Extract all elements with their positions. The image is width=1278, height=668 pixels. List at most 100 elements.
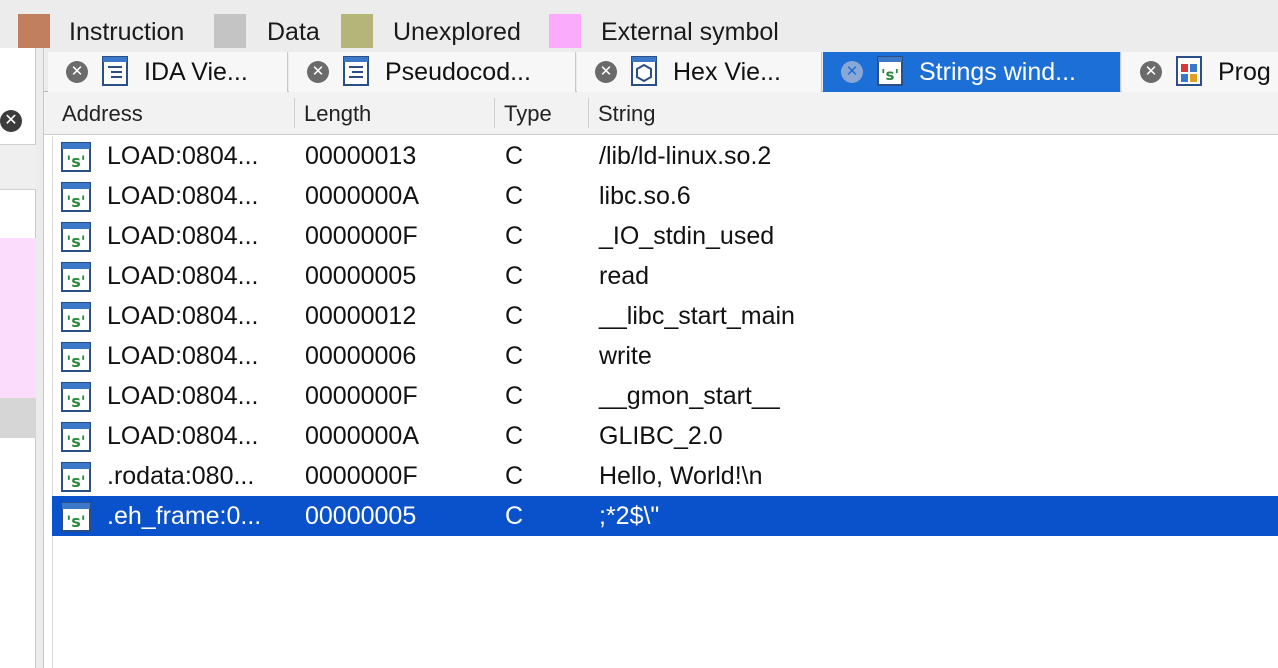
cell-length: 0000000A [305, 422, 420, 450]
cell-string: libc.so.6 [599, 182, 691, 210]
string-entry-icon: 's' [61, 302, 91, 332]
legend-swatch-unexplored [341, 14, 373, 48]
close-icon[interactable]: ✕ [1140, 61, 1162, 83]
close-icon[interactable]: ✕ [0, 110, 22, 132]
left-pane-header [0, 144, 36, 190]
table-row[interactable]: 's' LOAD:0804... 0000000F C _IO_stdin_used [52, 216, 1278, 256]
table-row[interactable]: 's' .eh_frame:0... 00000005 C ;*2$\" [52, 496, 1278, 536]
close-icon[interactable]: ✕ [595, 61, 617, 83]
svg-text:'s': 's' [66, 352, 85, 371]
cell-string: ;*2$\" [599, 502, 660, 530]
close-icon[interactable]: ✕ [307, 61, 329, 83]
cell-address: LOAD:0804... [107, 342, 259, 370]
cell-address: LOAD:0804... [107, 222, 259, 250]
cell-string: Hello, World!\n [599, 462, 763, 490]
tab-hex-view[interactable]: ✕ Hex Vie... [577, 52, 822, 92]
string-entry-icon: 's' [61, 422, 91, 452]
tab-bar: ✕ IDA Vie... ✕ Pseudocod... ✕ Hex Vie... [44, 48, 1278, 92]
tab-label: Strings wind... [919, 58, 1077, 86]
svg-text:'s': 's' [66, 152, 85, 171]
tab-strings-window[interactable]: ✕ 's' Strings wind... [823, 52, 1121, 92]
cell-type: C [505, 502, 524, 530]
string-entry-icon: 's' [61, 222, 91, 252]
string-entry-icon: 's' [61, 382, 91, 412]
table-row[interactable]: 's' LOAD:0804... 0000000F C __gmon_start__ [52, 376, 1278, 416]
close-icon[interactable]: ✕ [841, 61, 863, 83]
cell-string: _IO_stdin_used [599, 222, 775, 250]
cell-length: 00000006 [305, 342, 417, 370]
tab-pseudocode[interactable]: ✕ Pseudocod... [289, 52, 576, 92]
pseudocode-icon [343, 56, 369, 86]
string-entry-icon: 's' [61, 142, 91, 172]
legend-label-data: Data [267, 18, 320, 46]
table-row[interactable]: 's' .rodata:080... 0000000F C Hello, World!\… [52, 456, 1278, 496]
cell-type: C [505, 422, 524, 450]
cell-type: C [505, 142, 524, 170]
tab-label: Prog [1218, 58, 1271, 86]
cell-length: 00000005 [305, 262, 417, 290]
left-pane-data-band [0, 398, 36, 438]
column-header-length[interactable]: Length [294, 92, 494, 135]
cell-string: /lib/ld-linux.so.2 [599, 142, 772, 170]
svg-text:'s': 's' [66, 472, 85, 491]
cell-length: 0000000F [305, 382, 418, 410]
legend-swatch-external-symbol [549, 14, 581, 48]
table-row[interactable]: 's' LOAD:0804... 00000005 Cread [52, 256, 1278, 296]
svg-text:'s': 's' [66, 192, 85, 211]
cell-length: 00000012 [305, 302, 417, 330]
string-entry-icon: 's' [61, 462, 91, 492]
cell-type: C [505, 222, 524, 250]
tab-label: Hex Vie... [673, 58, 781, 86]
cell-type: C [505, 182, 524, 210]
cell-address: .rodata:080... [107, 462, 255, 490]
cell-string: GLIBC_2.0 [599, 422, 723, 450]
cell-string: read [599, 262, 650, 290]
column-header-type[interactable]: Type [494, 92, 588, 135]
legend-label-unexplored: Unexplored [393, 18, 521, 46]
table-row[interactable]: 's' LOAD:0804... 00000013 C/lib/ld-linux.so… [52, 136, 1278, 176]
string-entry-icon: 's' [61, 182, 91, 212]
table-header: Address Length Type String [44, 92, 1278, 135]
cell-length: 00000013 [305, 142, 417, 170]
table-row[interactable]: 's' LOAD:0804... 00000012 C __libc_start_mai… [52, 296, 1278, 336]
cell-address: LOAD:0804... [107, 422, 259, 450]
svg-text:'s': 's' [66, 392, 85, 411]
svg-text:'s': 's' [881, 66, 899, 84]
strings-icon: 's' [877, 56, 903, 86]
tab-label: Pseudocod... [385, 58, 531, 86]
tab-program-segmentation[interactable]: ✕ Prog [1122, 52, 1278, 92]
cell-address: LOAD:0804... [107, 182, 259, 210]
string-entry-icon: 's' [61, 502, 91, 532]
hex-view-icon [631, 56, 657, 86]
cell-string: __libc_start_main [599, 302, 795, 330]
pane-splitter[interactable] [36, 48, 44, 668]
table-row[interactable]: 's' LOAD:0804... 0000000A Clibc.so.6 [52, 176, 1278, 216]
color-legend: Instruction Data Unexplored External sym… [0, 0, 1278, 48]
svg-text:'s': 's' [66, 432, 85, 451]
string-entry-icon: 's' [61, 342, 91, 372]
cell-type: C [505, 462, 524, 490]
cell-address: LOAD:0804... [107, 382, 259, 410]
cell-address: LOAD:0804... [107, 142, 259, 170]
close-icon[interactable]: ✕ [66, 61, 88, 83]
legend-label-instruction: Instruction [69, 18, 185, 46]
legend-label-external-symbol: External symbol [601, 18, 779, 46]
column-header-address[interactable]: Address [52, 92, 294, 135]
table-row[interactable]: 's' LOAD:0804... 0000000A C GLIBC_2.0 [52, 416, 1278, 456]
strings-table: Address Length Type String 's' LOAD:0804.… [44, 92, 1278, 668]
cell-length: 0000000A [305, 182, 420, 210]
tab-ida-view[interactable]: ✕ IDA Vie... [48, 52, 288, 92]
table-row[interactable]: 's' LOAD:0804... 00000006 Cwrite [52, 336, 1278, 376]
cell-address: LOAD:0804... [107, 262, 259, 290]
svg-text:'s': 's' [66, 272, 85, 291]
cell-type: C [505, 262, 524, 290]
program-segmentation-icon [1176, 56, 1202, 86]
cell-type: C [505, 302, 524, 330]
legend-swatch-data [214, 14, 246, 48]
column-header-string[interactable]: String [588, 92, 1278, 135]
legend-swatch-instruction [18, 14, 50, 48]
cell-address: LOAD:0804... [107, 302, 259, 330]
tab-label: IDA Vie... [144, 58, 248, 86]
svg-text:'s': 's' [66, 512, 85, 531]
left-pane-external-band [0, 238, 36, 398]
